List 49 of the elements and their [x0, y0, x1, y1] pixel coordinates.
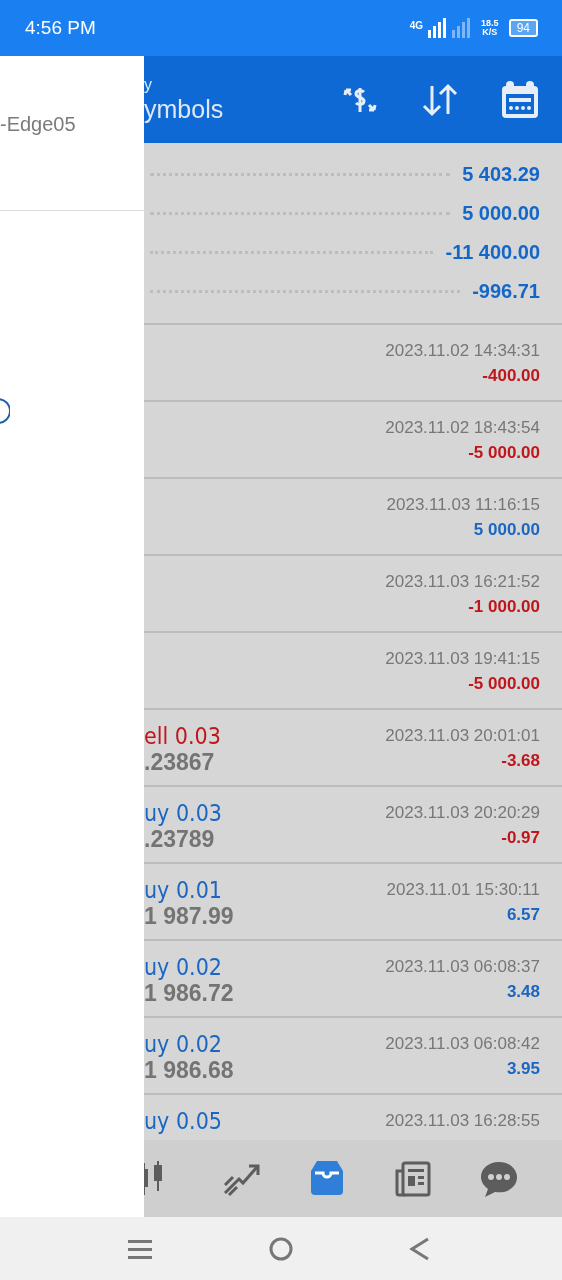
battery-level: 94: [508, 19, 538, 37]
deal-profit: 3.48: [506, 981, 540, 1003]
deal-profit: -5 000.00: [468, 442, 540, 464]
deal-time: 2023.11.03 16:21:52: [385, 571, 540, 593]
deal-price: 1 986.68: [144, 1057, 234, 1083]
deal-price: .23789: [144, 826, 216, 852]
deal-profit: 3.95: [506, 1058, 540, 1080]
deal-time: 2023.11.03 11:16:15: [386, 494, 540, 516]
signal-icon: [451, 18, 472, 38]
back-icon[interactable]: [409, 1236, 431, 1261]
deal-time: 2023.11.03 06:08:37: [385, 956, 540, 978]
deal-time: 2023.11.03 06:08:42: [385, 1033, 540, 1055]
deal-time: 2023.11.01 15:30:11: [386, 879, 540, 901]
deal-profit: -3.68: [501, 750, 540, 772]
deal-type: uy 0.02: [144, 1031, 223, 1057]
signal-icon: [427, 18, 448, 38]
deal-time: 2023.11.02 18:43:54: [385, 417, 540, 439]
summary-value: -11 400.00: [445, 241, 540, 264]
header-title: ymbols: [144, 93, 224, 124]
speed-value: 18.5: [481, 19, 499, 28]
deal-time: 2023.11.03 16:28:55: [385, 1110, 540, 1132]
account-name: -Edge05: [0, 113, 77, 136]
deal-profit: -5 000.00: [468, 673, 540, 695]
speed-unit: K/S: [482, 28, 498, 37]
home-icon[interactable]: [269, 1236, 293, 1261]
summary-value: 5 403.29: [462, 163, 540, 186]
summary-value: 5 000.00: [462, 202, 540, 225]
deal-type: uy 0.05: [144, 1108, 222, 1134]
deal-time: 2023.11.03 20:01:01: [385, 725, 540, 747]
calendar-icon[interactable]: [500, 79, 540, 120]
network-label: 4G: [409, 20, 424, 31]
deal-type: ell 0.03: [144, 723, 221, 749]
deal-time: 2023.11.03 20:20:29: [385, 802, 540, 824]
deal-price: .23867: [144, 749, 216, 775]
status-time: 4:56 PM: [25, 17, 96, 39]
summary-value: -996.71: [472, 280, 540, 303]
deal-profit: -1 000.00: [468, 596, 540, 618]
deal-time: 2023.11.03 19:41:15: [385, 648, 540, 670]
deal-price: 1 986.72: [144, 980, 234, 1006]
deal-type: uy 0.03: [144, 800, 222, 826]
deal-profit: -0.97: [501, 827, 540, 849]
header-subtitle: y: [144, 75, 153, 94]
deal-profit: 6.57: [506, 904, 540, 926]
deal-profit: -400.00: [482, 365, 540, 387]
deal-profit: 5 000.00: [473, 519, 540, 541]
deal-type: uy 0.01: [144, 877, 223, 903]
deal-price: 1 987.99: [144, 903, 234, 929]
deal-type: uy 0.02: [144, 954, 223, 980]
deal-time: 2023.11.02 14:34:31: [385, 340, 540, 362]
